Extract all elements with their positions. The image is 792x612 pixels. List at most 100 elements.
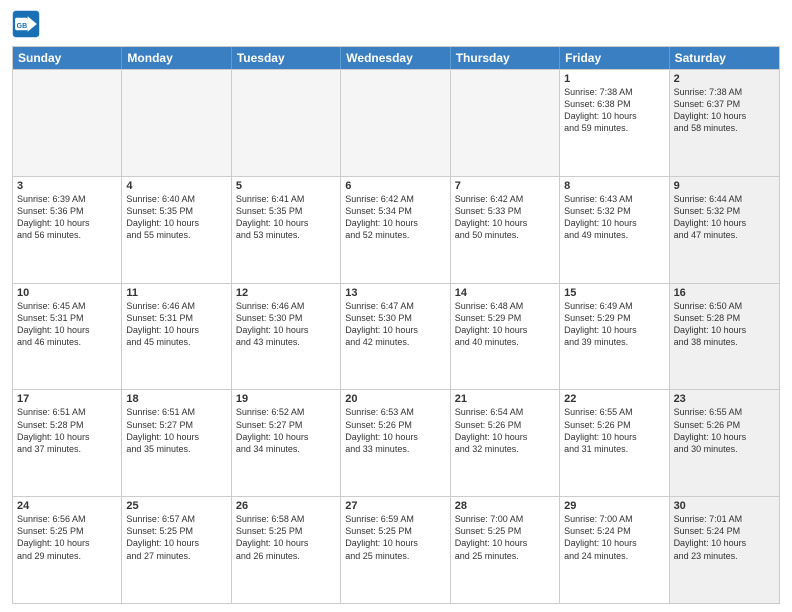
day-info: Sunrise: 6:47 AMSunset: 5:30 PMDaylight:… xyxy=(345,300,445,349)
day-header-wednesday: Wednesday xyxy=(341,47,450,69)
day-cell-20: 20Sunrise: 6:53 AMSunset: 5:26 PMDayligh… xyxy=(341,390,450,496)
day-cell-2: 2Sunrise: 7:38 AMSunset: 6:37 PMDaylight… xyxy=(670,70,779,176)
calendar-row-0: 1Sunrise: 7:38 AMSunset: 6:38 PMDaylight… xyxy=(13,69,779,176)
day-cell-7: 7Sunrise: 6:42 AMSunset: 5:33 PMDaylight… xyxy=(451,177,560,283)
day-cell-22: 22Sunrise: 6:55 AMSunset: 5:26 PMDayligh… xyxy=(560,390,669,496)
day-info: Sunrise: 6:39 AMSunset: 5:36 PMDaylight:… xyxy=(17,193,117,242)
day-cell-11: 11Sunrise: 6:46 AMSunset: 5:31 PMDayligh… xyxy=(122,284,231,390)
day-header-thursday: Thursday xyxy=(451,47,560,69)
empty-cell-0-1 xyxy=(122,70,231,176)
day-cell-3: 3Sunrise: 6:39 AMSunset: 5:36 PMDaylight… xyxy=(13,177,122,283)
day-cell-14: 14Sunrise: 6:48 AMSunset: 5:29 PMDayligh… xyxy=(451,284,560,390)
page: GB SundayMondayTuesdayWednesdayThursdayF… xyxy=(0,0,792,612)
day-info: Sunrise: 6:40 AMSunset: 5:35 PMDaylight:… xyxy=(126,193,226,242)
day-number: 21 xyxy=(455,393,555,405)
day-number: 25 xyxy=(126,500,226,512)
day-number: 4 xyxy=(126,180,226,192)
day-cell-9: 9Sunrise: 6:44 AMSunset: 5:32 PMDaylight… xyxy=(670,177,779,283)
day-info: Sunrise: 6:42 AMSunset: 5:33 PMDaylight:… xyxy=(455,193,555,242)
empty-cell-0-0 xyxy=(13,70,122,176)
calendar-row-2: 10Sunrise: 6:45 AMSunset: 5:31 PMDayligh… xyxy=(13,283,779,390)
day-number: 19 xyxy=(236,393,336,405)
day-cell-10: 10Sunrise: 6:45 AMSunset: 5:31 PMDayligh… xyxy=(13,284,122,390)
day-cell-5: 5Sunrise: 6:41 AMSunset: 5:35 PMDaylight… xyxy=(232,177,341,283)
calendar-row-4: 24Sunrise: 6:56 AMSunset: 5:25 PMDayligh… xyxy=(13,496,779,603)
day-cell-12: 12Sunrise: 6:46 AMSunset: 5:30 PMDayligh… xyxy=(232,284,341,390)
day-info: Sunrise: 6:42 AMSunset: 5:34 PMDaylight:… xyxy=(345,193,445,242)
logo: GB xyxy=(12,10,44,38)
day-number: 5 xyxy=(236,180,336,192)
day-number: 26 xyxy=(236,500,336,512)
day-info: Sunrise: 6:59 AMSunset: 5:25 PMDaylight:… xyxy=(345,513,445,562)
day-info: Sunrise: 6:46 AMSunset: 5:30 PMDaylight:… xyxy=(236,300,336,349)
empty-cell-0-4 xyxy=(451,70,560,176)
day-cell-25: 25Sunrise: 6:57 AMSunset: 5:25 PMDayligh… xyxy=(122,497,231,603)
day-info: Sunrise: 6:41 AMSunset: 5:35 PMDaylight:… xyxy=(236,193,336,242)
day-info: Sunrise: 6:58 AMSunset: 5:25 PMDaylight:… xyxy=(236,513,336,562)
day-info: Sunrise: 7:38 AMSunset: 6:37 PMDaylight:… xyxy=(674,86,775,135)
day-cell-17: 17Sunrise: 6:51 AMSunset: 5:28 PMDayligh… xyxy=(13,390,122,496)
day-number: 27 xyxy=(345,500,445,512)
day-cell-29: 29Sunrise: 7:00 AMSunset: 5:24 PMDayligh… xyxy=(560,497,669,603)
day-header-monday: Monday xyxy=(122,47,231,69)
day-cell-21: 21Sunrise: 6:54 AMSunset: 5:26 PMDayligh… xyxy=(451,390,560,496)
day-info: Sunrise: 7:00 AMSunset: 5:24 PMDaylight:… xyxy=(564,513,664,562)
calendar-header: SundayMondayTuesdayWednesdayThursdayFrid… xyxy=(13,47,779,69)
day-number: 6 xyxy=(345,180,445,192)
day-number: 13 xyxy=(345,287,445,299)
day-number: 30 xyxy=(674,500,775,512)
day-info: Sunrise: 6:57 AMSunset: 5:25 PMDaylight:… xyxy=(126,513,226,562)
day-info: Sunrise: 6:55 AMSunset: 5:26 PMDaylight:… xyxy=(674,406,775,455)
day-number: 3 xyxy=(17,180,117,192)
day-info: Sunrise: 6:49 AMSunset: 5:29 PMDaylight:… xyxy=(564,300,664,349)
day-info: Sunrise: 6:48 AMSunset: 5:29 PMDaylight:… xyxy=(455,300,555,349)
day-info: Sunrise: 6:51 AMSunset: 5:27 PMDaylight:… xyxy=(126,406,226,455)
day-number: 2 xyxy=(674,73,775,85)
day-number: 1 xyxy=(564,73,664,85)
day-info: Sunrise: 6:45 AMSunset: 5:31 PMDaylight:… xyxy=(17,300,117,349)
day-header-saturday: Saturday xyxy=(670,47,779,69)
day-info: Sunrise: 6:53 AMSunset: 5:26 PMDaylight:… xyxy=(345,406,445,455)
day-number: 24 xyxy=(17,500,117,512)
day-number: 10 xyxy=(17,287,117,299)
calendar-body: 1Sunrise: 7:38 AMSunset: 6:38 PMDaylight… xyxy=(13,69,779,603)
day-number: 18 xyxy=(126,393,226,405)
day-info: Sunrise: 6:51 AMSunset: 5:28 PMDaylight:… xyxy=(17,406,117,455)
day-info: Sunrise: 6:55 AMSunset: 5:26 PMDaylight:… xyxy=(564,406,664,455)
day-number: 22 xyxy=(564,393,664,405)
day-number: 16 xyxy=(674,287,775,299)
day-number: 11 xyxy=(126,287,226,299)
day-number: 14 xyxy=(455,287,555,299)
day-info: Sunrise: 6:56 AMSunset: 5:25 PMDaylight:… xyxy=(17,513,117,562)
empty-cell-0-3 xyxy=(341,70,450,176)
day-cell-26: 26Sunrise: 6:58 AMSunset: 5:25 PMDayligh… xyxy=(232,497,341,603)
day-info: Sunrise: 6:46 AMSunset: 5:31 PMDaylight:… xyxy=(126,300,226,349)
day-cell-6: 6Sunrise: 6:42 AMSunset: 5:34 PMDaylight… xyxy=(341,177,450,283)
day-cell-15: 15Sunrise: 6:49 AMSunset: 5:29 PMDayligh… xyxy=(560,284,669,390)
day-header-friday: Friday xyxy=(560,47,669,69)
day-cell-28: 28Sunrise: 7:00 AMSunset: 5:25 PMDayligh… xyxy=(451,497,560,603)
day-cell-23: 23Sunrise: 6:55 AMSunset: 5:26 PMDayligh… xyxy=(670,390,779,496)
empty-cell-0-2 xyxy=(232,70,341,176)
day-cell-30: 30Sunrise: 7:01 AMSunset: 5:24 PMDayligh… xyxy=(670,497,779,603)
day-cell-13: 13Sunrise: 6:47 AMSunset: 5:30 PMDayligh… xyxy=(341,284,450,390)
day-info: Sunrise: 6:52 AMSunset: 5:27 PMDaylight:… xyxy=(236,406,336,455)
calendar-row-1: 3Sunrise: 6:39 AMSunset: 5:36 PMDaylight… xyxy=(13,176,779,283)
day-number: 29 xyxy=(564,500,664,512)
day-header-tuesday: Tuesday xyxy=(232,47,341,69)
day-info: Sunrise: 6:54 AMSunset: 5:26 PMDaylight:… xyxy=(455,406,555,455)
calendar-row-3: 17Sunrise: 6:51 AMSunset: 5:28 PMDayligh… xyxy=(13,389,779,496)
header: GB xyxy=(12,10,780,38)
day-cell-24: 24Sunrise: 6:56 AMSunset: 5:25 PMDayligh… xyxy=(13,497,122,603)
day-cell-16: 16Sunrise: 6:50 AMSunset: 5:28 PMDayligh… xyxy=(670,284,779,390)
calendar: SundayMondayTuesdayWednesdayThursdayFrid… xyxy=(12,46,780,604)
day-number: 9 xyxy=(674,180,775,192)
day-cell-4: 4Sunrise: 6:40 AMSunset: 5:35 PMDaylight… xyxy=(122,177,231,283)
day-cell-27: 27Sunrise: 6:59 AMSunset: 5:25 PMDayligh… xyxy=(341,497,450,603)
day-number: 20 xyxy=(345,393,445,405)
day-cell-8: 8Sunrise: 6:43 AMSunset: 5:32 PMDaylight… xyxy=(560,177,669,283)
day-number: 17 xyxy=(17,393,117,405)
day-number: 12 xyxy=(236,287,336,299)
logo-icon: GB xyxy=(12,10,40,38)
day-number: 8 xyxy=(564,180,664,192)
